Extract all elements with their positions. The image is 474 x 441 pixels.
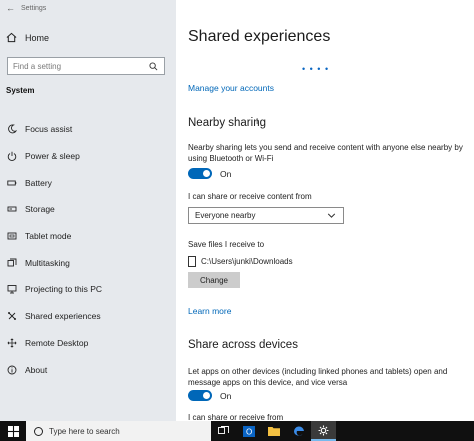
sidebar-item-focus-assist[interactable]: Focus assist — [0, 116, 176, 143]
sidebar-item-label: Focus assist — [25, 124, 73, 135]
save-path: C:\Users\junki\Downloads — [201, 257, 293, 266]
sidebar-item-label: Power & sleep — [25, 151, 80, 162]
settings-window: ← Settings Home Find a setting System Fo… — [0, 0, 474, 421]
learn-more-link[interactable]: Learn more — [188, 306, 231, 316]
chevron-down-icon — [326, 210, 337, 221]
share-across-devices-heading: Share across devices — [188, 339, 298, 351]
windows-start-icon[interactable] — [0, 421, 26, 441]
sidebar-nav: Focus assist Power & sleep Battery Stora… — [0, 116, 176, 383]
save-files-label: Save files I receive to — [188, 240, 265, 249]
multitasking-icon — [6, 257, 17, 268]
power-icon — [6, 151, 17, 162]
sidebar-item-label: Tablet mode — [25, 231, 72, 242]
search-icon[interactable] — [148, 61, 159, 72]
nearby-sharing-toggle[interactable] — [188, 168, 212, 179]
nearby-sharing-toggle-row: On — [188, 168, 231, 179]
settings-icon[interactable] — [311, 421, 336, 441]
taskbar-search-box[interactable]: Type here to search — [26, 421, 211, 441]
moon-icon — [6, 124, 17, 135]
sidebar-item-about[interactable]: About — [0, 356, 176, 383]
task-view-icon[interactable] — [211, 421, 236, 441]
share-across-toggle-row: On — [188, 390, 231, 401]
find-setting-input[interactable]: Find a setting — [7, 57, 165, 75]
nearby-sharing-description: Nearby sharing lets you send and receive… — [188, 143, 463, 163]
loading-indicator: • • • • — [302, 64, 330, 74]
sidebar-item-battery[interactable]: Battery — [0, 169, 176, 196]
share-across-from-label: I can share or receive from — [188, 413, 284, 421]
project-icon — [6, 284, 17, 295]
save-path-row: C:\Users\junki\Downloads — [188, 256, 293, 267]
toggle-knob — [203, 170, 210, 177]
share-icon — [6, 311, 17, 322]
info-icon — [6, 364, 17, 375]
main-content: Shared experiences • • • • Manage your a… — [176, 0, 474, 421]
nearby-sharing-heading: Nearby sharing — [188, 117, 266, 129]
sidebar-item-label: Remote Desktop — [25, 337, 89, 348]
battery-icon — [6, 177, 17, 188]
sidebar-item-power-sleep[interactable]: Power & sleep — [0, 143, 176, 170]
change-button[interactable]: Change — [188, 272, 240, 288]
outlook-icon[interactable]: O — [236, 421, 261, 441]
home-icon — [6, 32, 17, 43]
window-title: Settings — [21, 4, 47, 12]
share-from-label: I can share or receive content from — [188, 192, 312, 201]
share-from-value: Everyone nearby — [195, 211, 256, 220]
taskbar: Type here to search O — [0, 421, 474, 441]
taskbar-search-placeholder: Type here to search — [49, 426, 120, 436]
section-heading-system: System — [6, 86, 35, 95]
tablet-icon — [6, 231, 17, 242]
home-label: Home — [25, 32, 50, 43]
sidebar-item-label: Multitasking — [25, 257, 70, 268]
file-explorer-icon[interactable] — [261, 421, 286, 441]
sidebar-item-remote-desktop[interactable]: Remote Desktop — [0, 330, 176, 357]
sidebar-item-label: About — [25, 364, 48, 375]
text-cursor-icon: I — [256, 117, 259, 126]
sidebar-item-label: Battery — [25, 177, 52, 188]
file-icon — [188, 256, 196, 267]
share-across-toggle[interactable] — [188, 390, 212, 401]
title-bar: ← Settings — [6, 2, 46, 14]
svg-text:O: O — [246, 427, 252, 436]
storage-icon — [6, 204, 17, 215]
home-link[interactable]: Home — [6, 32, 49, 43]
cortana-icon — [34, 426, 43, 436]
sidebar-item-multitasking[interactable]: Multitasking — [0, 249, 176, 276]
toggle-knob — [203, 392, 210, 399]
page-title: Shared experiences — [188, 28, 331, 45]
find-setting-placeholder: Find a setting — [13, 61, 62, 71]
share-from-dropdown[interactable]: Everyone nearby — [188, 207, 344, 224]
share-across-toggle-label: On — [220, 390, 232, 401]
sidebar: ← Settings Home Find a setting System Fo… — [0, 0, 176, 421]
sidebar-item-label: Projecting to this PC — [25, 284, 103, 295]
edge-icon[interactable] — [286, 421, 311, 441]
nearby-sharing-toggle-label: On — [220, 168, 232, 179]
sidebar-item-projecting[interactable]: Projecting to this PC — [0, 276, 176, 303]
sidebar-item-label: Shared experiences — [25, 311, 101, 322]
manage-accounts-link[interactable]: Manage your accounts — [188, 83, 274, 93]
sidebar-item-tablet-mode[interactable]: Tablet mode — [0, 223, 176, 250]
remote-desktop-icon — [6, 337, 17, 348]
share-across-description: Let apps on other devices (including lin… — [188, 367, 448, 387]
back-arrow-icon[interactable]: ← — [6, 3, 15, 13]
sidebar-item-shared-experiences[interactable]: Shared experiences — [0, 303, 176, 330]
sidebar-item-label: Storage — [25, 204, 55, 215]
sidebar-item-storage[interactable]: Storage — [0, 196, 176, 223]
